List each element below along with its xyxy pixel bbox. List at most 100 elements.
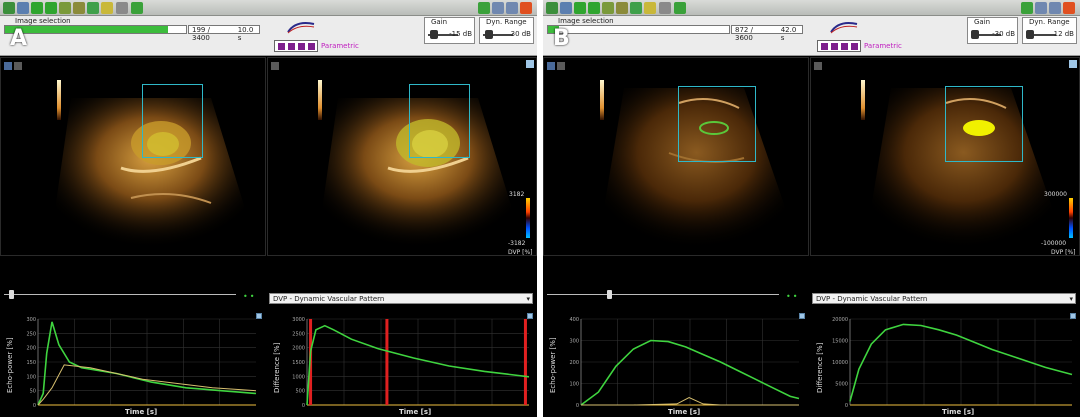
maximize-icon[interactable] — [526, 60, 534, 68]
chart-options-icon[interactable] — [527, 313, 533, 319]
chart-difference-a: 3000 2500 2000 1500 1000 500 0 Difference [%] … — [269, 313, 537, 417]
mode-4[interactable] — [851, 43, 858, 50]
timeline-track — [547, 294, 779, 295]
camera-icon[interactable] — [116, 2, 128, 14]
roi-icon[interactable] — [602, 2, 614, 14]
search-icon[interactable] — [644, 2, 656, 14]
help-icon[interactable] — [478, 2, 490, 14]
ultrasound-view-right[interactable]: 3182 -3182 DVP [%] — [267, 57, 537, 256]
y-tick-label: 0 — [33, 403, 36, 409]
restore-icon[interactable] — [506, 2, 518, 14]
crosshair-icon[interactable] — [616, 2, 628, 14]
save-icon[interactable] — [31, 2, 43, 14]
copy-icon[interactable] — [492, 2, 504, 14]
grayscale-bar — [318, 80, 322, 120]
colorbar-min: -3182 — [508, 240, 526, 247]
chevron-down-icon[interactable]: ▾ — [1069, 294, 1073, 304]
grayscale-bar — [57, 80, 61, 120]
mode-2[interactable] — [831, 43, 838, 50]
close-icon[interactable] — [1063, 2, 1075, 14]
view-icon[interactable] — [547, 62, 555, 70]
crosshair-icon[interactable] — [73, 2, 85, 14]
software-logo-icon — [830, 22, 858, 34]
view-icon[interactable] — [4, 62, 12, 70]
draw-icon[interactable] — [630, 2, 642, 14]
image-selection-slider[interactable] — [547, 25, 730, 34]
save-icon[interactable] — [574, 2, 586, 14]
copy-icon[interactable] — [1035, 2, 1047, 14]
mode-4[interactable] — [308, 43, 315, 50]
export-icon[interactable] — [588, 2, 600, 14]
dyn-range-control[interactable]: Dyn. Range 30 dB — [479, 17, 534, 44]
parameter-dropdown[interactable]: DVP - Dynamic Vascular Pattern ▾ — [812, 293, 1076, 304]
parametric-label: Parametric — [321, 42, 359, 50]
chart-svg: 3000 2500 2000 1500 1000 500 0 — [292, 317, 530, 409]
ultrasound-view-left[interactable] — [543, 57, 809, 256]
gain-knob[interactable] — [430, 30, 438, 39]
dyn-range-control[interactable]: Dyn. Range 12 dB — [1022, 17, 1077, 44]
wrench-icon[interactable] — [17, 2, 29, 14]
mode-3[interactable] — [841, 43, 848, 50]
roi-box[interactable] — [678, 86, 756, 162]
export-icon[interactable] — [45, 2, 57, 14]
maximize-icon[interactable] — [1069, 60, 1077, 68]
y-tick-label: 100 — [569, 382, 579, 388]
ultrasound-view-left[interactable] — [0, 57, 266, 256]
report-icon[interactable] — [674, 2, 686, 14]
playback-dots[interactable]: •• — [786, 292, 799, 301]
image-selection-slider[interactable] — [4, 25, 187, 34]
close-icon[interactable] — [520, 2, 532, 14]
mode-1[interactable] — [821, 43, 828, 50]
wrench-icon[interactable] — [560, 2, 572, 14]
roi-icon[interactable] — [59, 2, 71, 14]
help-icon[interactable] — [1021, 2, 1033, 14]
zoom-icon[interactable] — [557, 62, 565, 70]
mode-1[interactable] — [278, 43, 285, 50]
timeline-handle[interactable] — [607, 290, 613, 299]
mode-selector[interactable] — [817, 40, 861, 52]
mode-selector[interactable] — [274, 40, 318, 52]
dyn-range-knob[interactable] — [485, 30, 493, 39]
gain-knob[interactable] — [971, 30, 979, 39]
timeline-handle[interactable] — [8, 290, 14, 299]
panel-b: Image selection 872 / 3600 42.0 s Parame… — [543, 0, 1080, 417]
gain-control[interactable]: Gain -15 dB — [424, 17, 475, 44]
roi-box[interactable] — [945, 86, 1023, 162]
roi-box[interactable] — [409, 84, 470, 158]
parametric-image — [318, 98, 518, 249]
mode-2[interactable] — [288, 43, 295, 50]
folder-icon[interactable] — [546, 2, 558, 14]
chart-echo-power-a: 300 250 200 150 100 50 0 Echo-power [%] Time [… — [0, 313, 264, 417]
x-axis-label: Time [s] — [942, 408, 975, 416]
chart-options-icon[interactable] — [1070, 313, 1076, 319]
view-icon[interactable] — [271, 62, 279, 70]
zoom-icon[interactable] — [14, 62, 22, 70]
camera-icon[interactable] — [659, 2, 671, 14]
gain-control[interactable]: Gain -30 dB — [967, 17, 1018, 44]
y-axis-label: Echo-power [%] — [6, 337, 14, 393]
frame-time: 42.0 s — [780, 26, 797, 42]
playback-dots[interactable]: •• — [243, 292, 256, 301]
chart-options-icon[interactable] — [256, 313, 262, 319]
y-axis-label: Difference [%] — [816, 342, 824, 393]
mode-3[interactable] — [298, 43, 305, 50]
chart-options-icon[interactable] — [799, 313, 805, 319]
y-tick-label: 2500 — [292, 331, 305, 337]
report-icon[interactable] — [131, 2, 143, 14]
draw-icon[interactable] — [87, 2, 99, 14]
restore-icon[interactable] — [1049, 2, 1061, 14]
folder-icon[interactable] — [3, 2, 15, 14]
time-marker — [385, 319, 389, 405]
frame-readout: 199 / 3400 10.0 s — [188, 25, 260, 42]
y-tick-label: 2000 — [292, 346, 305, 352]
ultrasound-view-right[interactable]: 300000 -100000 DVP [%] — [810, 57, 1080, 256]
gain-label: Gain — [974, 18, 991, 26]
roi-box[interactable] — [142, 84, 203, 158]
dyn-range-knob[interactable] — [1026, 30, 1034, 39]
view-icon[interactable] — [814, 62, 822, 70]
chevron-down-icon[interactable]: ▾ — [526, 294, 530, 304]
search-icon[interactable] — [101, 2, 113, 14]
chart-difference-b: 20000 15000 10000 5000 0 Difference [%] Time… — [812, 313, 1080, 417]
dyn-range-value: 30 dB — [510, 30, 531, 38]
parameter-dropdown[interactable]: DVP - Dynamic Vascular Pattern ▾ — [269, 293, 533, 304]
